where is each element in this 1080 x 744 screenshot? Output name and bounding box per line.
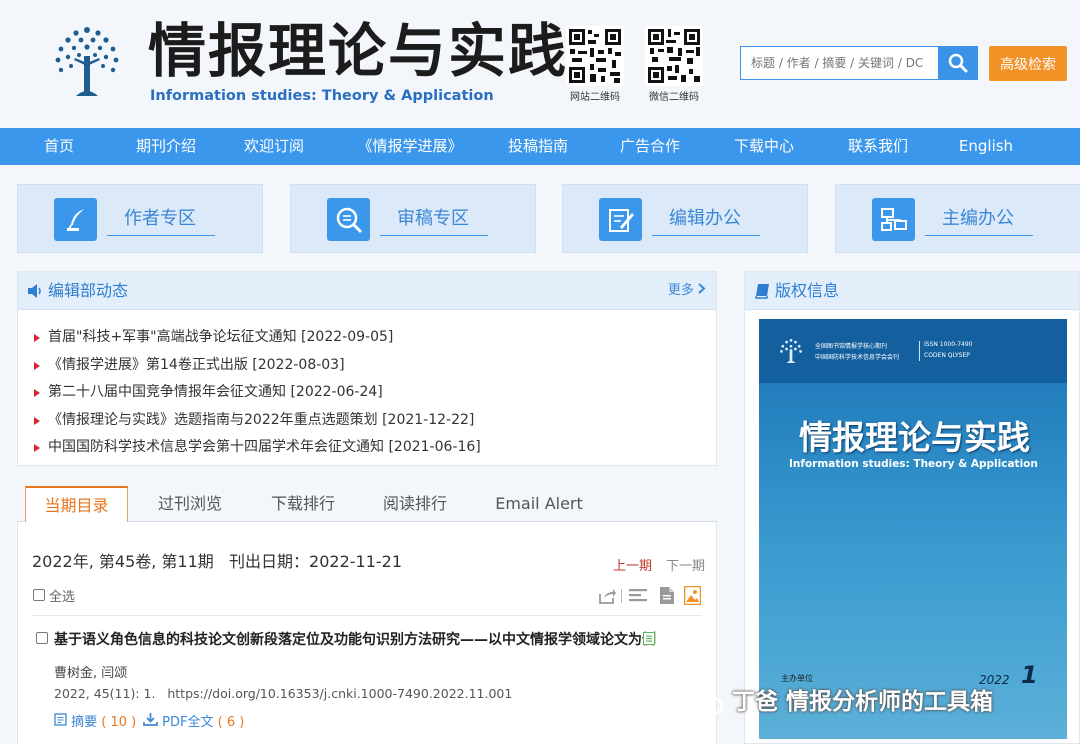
pdf-count: ( 6 ) xyxy=(217,715,245,730)
tab-email-alert[interactable]: Email Alert xyxy=(479,486,599,522)
pdf-label: PDF全文 xyxy=(162,715,214,730)
cover-coden: CODEN QLYSEP xyxy=(924,352,970,359)
watermark: 丁爸 情报分析师的工具箱 xyxy=(690,682,993,716)
cover-title: 情报理论与实践 xyxy=(799,418,1030,457)
copyright-panel-header: 版权信息 xyxy=(745,272,1079,310)
news-panel-header: 编辑部动态 更多 xyxy=(18,272,716,310)
site-subtitle: Information studies: Theory & Applicatio… xyxy=(150,88,494,104)
network-icon xyxy=(872,198,915,241)
article-citation[interactable]: 2022, 45(11): 1. https://doi.org/10.1635… xyxy=(54,686,512,701)
speaker-icon xyxy=(28,284,41,298)
copyright-panel: 版权信息 全国图书馆情报学核心期刊 中国国防科学技术信息学会会刊 ISSN 10… xyxy=(744,271,1080,744)
review-zone-label: 审稿专区 xyxy=(380,203,488,236)
document-icon[interactable] xyxy=(659,586,675,605)
wechat-qr-code: 微信二维码 xyxy=(643,26,705,103)
search-button[interactable] xyxy=(938,46,978,80)
quill-pen-icon xyxy=(54,198,97,241)
toolbar-divider xyxy=(621,589,622,603)
news-item[interactable]: 中国国防科学技术信息学会第十四届学术年会征文通知 [2021-06-16] xyxy=(32,434,481,462)
image-icon[interactable] xyxy=(684,586,701,605)
chief-editor-office-label: 主编办公 xyxy=(925,203,1033,236)
nav-item-subscribe[interactable]: 欢迎订阅 xyxy=(214,128,334,165)
abstract-link[interactable]: 摘要 ( 10 ) xyxy=(54,711,136,730)
chevron-right-icon xyxy=(698,283,706,294)
select-all-checkbox[interactable] xyxy=(33,589,45,601)
cover-header-line1: 全国图书馆情报学核心期刊 xyxy=(815,343,888,350)
abstract-icon xyxy=(54,713,67,726)
issue-contents: 2022年, 第45卷, 第11期 刊出日期：2022-11-21 上一期 下一… xyxy=(17,522,717,744)
tab-current-issue[interactable]: 当期目录 xyxy=(25,486,128,522)
news-panel-title: 编辑部动态 xyxy=(48,281,129,300)
chief-editor-office-card[interactable]: 主编办公 xyxy=(835,184,1080,253)
list-view-icon[interactable] xyxy=(629,588,647,604)
article-checkbox[interactable] xyxy=(36,632,48,644)
site-qr-code: 网站二维码 xyxy=(564,26,626,103)
wechat-icon xyxy=(690,690,724,715)
news-item[interactable]: 首届"科技+军事"高端战争论坛征文通知 [2022-09-05] xyxy=(32,324,481,352)
qr-wechat-caption: 微信二维码 xyxy=(649,92,699,103)
issue-info: 2022年, 第45卷, 第11期 刊出日期：2022-11-21 xyxy=(32,552,403,571)
nav-item-download[interactable]: 下载中心 xyxy=(710,128,818,165)
book-icon xyxy=(755,284,769,299)
nav-item-english[interactable]: English xyxy=(938,128,1034,165)
nav-item-about[interactable]: 期刊介绍 xyxy=(118,128,214,165)
cover-header-line2: 中国国防科学技术信息学会会刊 xyxy=(815,354,900,361)
issue-tabs: 当期目录 过刊浏览 下载排行 阅读排行 Email Alert xyxy=(17,484,717,522)
search-icon xyxy=(948,53,968,73)
share-icon[interactable] xyxy=(598,588,616,604)
copyright-panel-title: 版权信息 xyxy=(775,281,840,300)
editor-office-card[interactable]: 编辑办公 xyxy=(562,184,808,253)
html-fulltext-icon[interactable] xyxy=(643,632,655,645)
review-zone-card[interactable]: 审稿专区 xyxy=(290,184,536,253)
qr-code-icon xyxy=(566,26,624,86)
abstract-label: 摘要 xyxy=(71,715,98,730)
cover-issn: ISSN 1000-7490 xyxy=(924,341,973,348)
cover-logo-icon xyxy=(780,339,802,363)
watermark-text: 丁爸 情报分析师的工具箱 xyxy=(732,689,994,715)
author-zone-card[interactable]: 作者专区 xyxy=(17,184,263,253)
tab-past-issues[interactable]: 过刊浏览 xyxy=(140,486,240,522)
journal-cover-image[interactable]: 全国图书馆情报学核心期刊 中国国防科学技术信息学会会刊 ISSN 1000-74… xyxy=(759,319,1067,739)
divider xyxy=(32,615,702,616)
nav-item-submission[interactable]: 投稿指南 xyxy=(486,128,590,165)
cover-issue-number: 1 xyxy=(1021,661,1038,689)
qr-site-caption: 网站二维码 xyxy=(570,92,620,103)
next-issue-link[interactable]: 下一期 xyxy=(666,555,705,574)
cover-subtitle: Information studies: Theory & Applicatio… xyxy=(789,458,1038,470)
abstract-count: ( 10 ) xyxy=(101,715,137,730)
news-more-link[interactable]: 更多 xyxy=(668,272,706,310)
journal-logo-icon[interactable] xyxy=(46,20,128,102)
news-item[interactable]: 《情报理论与实践》选题指南与2022年重点选题策划 [2021-12-22] xyxy=(32,407,481,435)
news-item[interactable]: 第二十八届中国竞争情报年会征文通知 [2022-06-24] xyxy=(32,379,481,407)
qr-code-icon xyxy=(645,26,703,86)
editor-office-label: 编辑办公 xyxy=(652,203,760,236)
cover-top-band xyxy=(759,319,1067,383)
prev-issue-link[interactable]: 上一期 xyxy=(613,555,652,574)
nav-item-advertising[interactable]: 广告合作 xyxy=(590,128,710,165)
article-authors: 曹树金, 闫颂 xyxy=(54,666,128,681)
search-input[interactable] xyxy=(740,46,938,80)
magnifier-document-icon xyxy=(327,198,370,241)
news-item[interactable]: 《情报学进展》第14卷正式出版 [2022-08-03] xyxy=(32,352,481,380)
more-label: 更多 xyxy=(667,283,694,298)
cover-divider xyxy=(919,341,920,361)
edit-document-icon xyxy=(599,198,642,241)
article-title-link[interactable]: 基于语义角色信息的科技论文创新段落定位及功能句识别方法研究——以中文情报学领域论… xyxy=(54,629,656,649)
tab-read-ranking[interactable]: 阅读排行 xyxy=(365,486,465,522)
news-panel: 编辑部动态 更多 首届"科技+军事"高端战争论坛征文通知 [2022-09-05… xyxy=(17,271,717,466)
nav-item-home[interactable]: 首页 xyxy=(0,128,118,165)
tab-download-ranking[interactable]: 下载排行 xyxy=(253,486,353,522)
main-nav: 首页 期刊介绍 欢迎订阅 《情报学进展》 投稿指南 广告合作 下载中心 联系我们… xyxy=(0,128,1080,165)
pdf-link[interactable]: PDF全文 ( 6 ) xyxy=(143,711,244,730)
site-header: 情报理论与实践 Information studies: Theory & Ap… xyxy=(0,0,1080,128)
select-all-label: 全选 xyxy=(49,590,76,605)
site-title: 情报理论与实践 xyxy=(148,17,569,85)
advanced-search-button[interactable]: 高级检索 xyxy=(989,46,1067,81)
author-zone-label: 作者专区 xyxy=(107,203,215,236)
nav-item-progress[interactable]: 《情报学进展》 xyxy=(334,128,486,165)
nav-item-contact[interactable]: 联系我们 xyxy=(818,128,938,165)
download-icon xyxy=(143,713,158,726)
news-list: 首届"科技+军事"高端战争论坛征文通知 [2022-09-05] 《情报学进展》… xyxy=(32,324,481,462)
